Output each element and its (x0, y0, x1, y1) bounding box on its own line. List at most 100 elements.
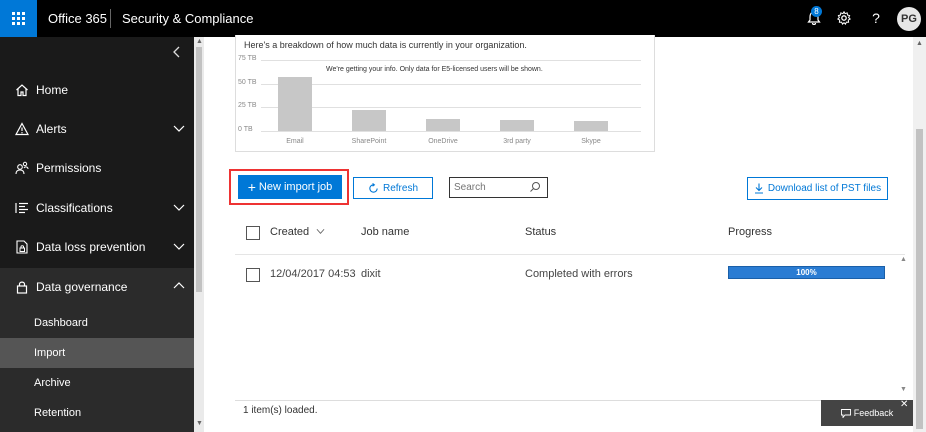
avatar[interactable]: PG (897, 7, 921, 31)
chevron-left-icon (173, 46, 180, 58)
scroll-down-arrow-icon[interactable]: ▼ (900, 386, 907, 393)
column-header-created[interactable]: Created (270, 226, 325, 238)
bar-skype (574, 120, 608, 131)
column-header-progress[interactable]: Progress (728, 226, 772, 238)
search-input[interactable] (450, 178, 528, 197)
sidebar-subitem-archive[interactable]: Archive (0, 368, 194, 398)
chevron-down-icon (173, 125, 185, 132)
close-feedback-icon[interactable]: ✕ (900, 399, 908, 410)
x-tick-label: OneDrive (428, 138, 458, 145)
chart-loading-notice: We're getting your info. Only data for E… (326, 66, 543, 73)
data-breakdown-chart: 75 TB 50 TB 25 TB 0 TB Email SharePoint OneDri… (236, 35, 656, 152)
settings-button[interactable] (834, 8, 854, 28)
sidebar-item-home[interactable]: Home (0, 70, 194, 110)
table-header-divider (235, 254, 905, 255)
sidebar-subitem-import[interactable]: Import (0, 338, 194, 368)
refresh-label: Refresh (382, 182, 418, 194)
scroll-up-arrow-icon[interactable]: ▲ (900, 256, 907, 263)
refresh-icon (369, 182, 378, 193)
app-title[interactable]: Security & Compliance (122, 11, 254, 26)
page-scrollbar[interactable]: ▲ (913, 37, 926, 432)
sidebar-item-label: Permissions (36, 161, 102, 175)
collapse-sidebar-button[interactable] (172, 45, 182, 61)
gridline (261, 131, 641, 132)
x-tick-label: 3rd party (503, 138, 531, 145)
list-icon (14, 200, 30, 216)
notification-count-badge: 8 (811, 6, 822, 17)
progress-label: 100% (796, 268, 817, 277)
sidebar-scroll-thumb[interactable] (196, 47, 202, 292)
x-tick-label: Email (286, 138, 304, 145)
search-icon[interactable] (529, 181, 541, 193)
cell-job-name[interactable]: dixit (361, 268, 381, 280)
sidebar-item-label: Classifications (36, 201, 113, 215)
main-content: Here's a breakdown of how much data is c… (205, 35, 913, 432)
gridline (261, 107, 641, 109)
chevron-down-icon (173, 243, 185, 250)
y-tick-label: 0 TB (238, 126, 253, 133)
y-tick-label: 75 TB (238, 55, 257, 62)
y-tick-label: 50 TB (238, 78, 257, 86)
new-import-job-button[interactable]: + New import job (238, 175, 342, 199)
sidebar-item-data-loss-prevention[interactable]: Data loss prevention (0, 227, 194, 267)
sidebar-subitem-dashboard[interactable]: Dashboard (0, 308, 194, 338)
chevron-down-icon (316, 228, 325, 234)
download-pst-list-button[interactable]: Download list of PST files (747, 177, 888, 200)
download-icon (754, 183, 763, 194)
sidebar-item-label: Data loss prevention (36, 240, 146, 254)
feedback-label: Feedback (853, 408, 894, 418)
search-box[interactable] (449, 177, 548, 198)
sidebar-subitem-label: Retention (34, 407, 82, 419)
sidebar-item-alerts[interactable]: Alerts (0, 109, 194, 149)
sidebar-subitem-label: Archive (34, 377, 71, 389)
sidebar-item-label: Data governance (36, 280, 128, 294)
footer-divider (235, 400, 913, 401)
items-loaded-count: 1 item(s) loaded. (243, 405, 318, 416)
brand-link[interactable]: Office 365 (48, 11, 107, 26)
cell-created: 12/04/2017 04:53 (270, 268, 356, 280)
app-launcher-button[interactable] (0, 0, 37, 37)
y-tick-label: 25 TB (238, 102, 257, 110)
sidebar-subitem-retention[interactable]: Retention (0, 398, 194, 428)
scroll-up-arrow-icon[interactable]: ▲ (916, 40, 923, 47)
row-checkbox[interactable] (246, 268, 260, 282)
people-icon (14, 160, 30, 176)
sidebar: Home Alerts Permissions Classifications … (0, 37, 196, 432)
lock-icon (14, 279, 30, 295)
column-header-status[interactable]: Status (525, 226, 556, 238)
table-scrollbar[interactable]: ▲ ▼ (898, 256, 908, 399)
help-icon: ? (872, 10, 880, 26)
help-button[interactable]: ? (866, 8, 886, 28)
column-header-job-name[interactable]: Job name (361, 226, 409, 238)
warning-icon (14, 121, 30, 137)
sidebar-item-label: Alerts (36, 122, 67, 136)
bar-3rd-party (500, 119, 534, 131)
comment-icon (840, 408, 851, 418)
sidebar-subitem-label: Import (34, 347, 66, 359)
sidebar-item-data-governance[interactable]: Data governance (0, 267, 194, 307)
bar-sharepoint (352, 110, 386, 131)
cell-status: Completed with errors (525, 268, 633, 280)
sidebar-scrollbar[interactable]: ▲ ▼ (194, 37, 204, 432)
refresh-button[interactable]: Refresh (353, 177, 433, 199)
gear-icon (837, 11, 851, 25)
gridline (261, 83, 641, 85)
document-lock-icon (14, 239, 30, 255)
progress-bar: 100% (728, 266, 885, 279)
gridline (261, 60, 641, 61)
scroll-up-arrow-icon[interactable]: ▲ (196, 38, 203, 45)
sidebar-item-label: Home (36, 83, 69, 97)
sidebar-item-classifications[interactable]: Classifications (0, 188, 194, 228)
download-pst-label: Download list of PST files (767, 183, 882, 194)
chevron-down-icon (173, 204, 185, 211)
x-tick-label: Skype (581, 138, 601, 145)
sidebar-item-permissions[interactable]: Permissions (0, 148, 194, 188)
page-scroll-thumb[interactable] (916, 129, 923, 429)
data-overview-card: Here's a breakdown of how much data is c… (235, 35, 655, 152)
scroll-down-arrow-icon[interactable]: ▼ (196, 420, 203, 427)
plus-icon: + (247, 179, 256, 195)
waffle-icon (12, 12, 25, 25)
select-all-checkbox[interactable] (246, 226, 260, 240)
bar-email (278, 77, 312, 131)
sidebar-subitem-label: Dashboard (34, 317, 88, 329)
